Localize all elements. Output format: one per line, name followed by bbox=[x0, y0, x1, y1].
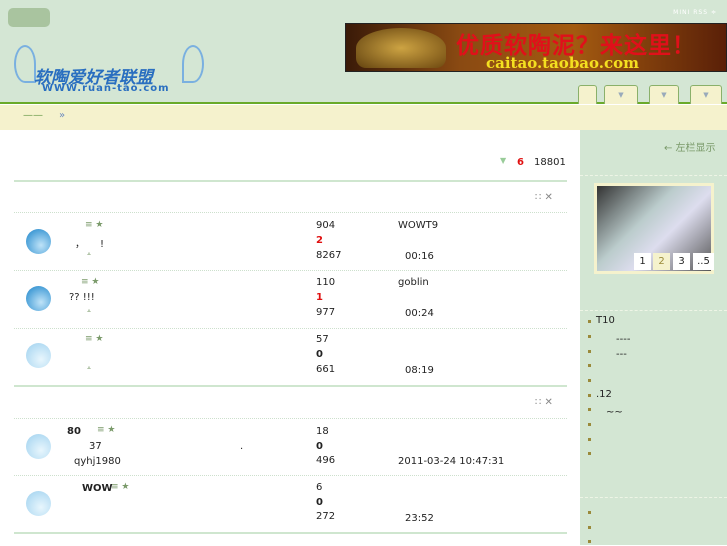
today-count: 0 bbox=[316, 497, 323, 508]
sidebar-list-item[interactable] bbox=[588, 418, 596, 429]
sidebar-list-item[interactable] bbox=[588, 521, 596, 532]
ad-banner[interactable]: 优质软陶泥？来这里！ caitao.taobao.com bbox=[345, 23, 727, 72]
divider bbox=[14, 270, 567, 271]
sidebar-list-item[interactable]: --- bbox=[588, 345, 627, 360]
last-post-time: 23:52 bbox=[405, 513, 434, 524]
nav-tab[interactable]: ▼ bbox=[604, 85, 638, 104]
topic-count: 57 bbox=[316, 334, 329, 345]
divider bbox=[14, 475, 567, 476]
logo-url: WWW.ruan-tao.com bbox=[42, 83, 170, 94]
forum-icons[interactable]: ≡ ★ bbox=[85, 220, 103, 230]
today-count: 0 bbox=[316, 349, 323, 360]
slide-page[interactable]: ..5 bbox=[693, 253, 714, 270]
breadcrumb: —— » bbox=[0, 105, 727, 130]
last-post-time: 00:16 bbox=[405, 251, 434, 262]
divider bbox=[580, 497, 727, 498]
post-count: 8267 bbox=[316, 250, 342, 261]
topic-count: 6 bbox=[316, 482, 323, 493]
banner-emblem bbox=[356, 28, 446, 68]
moderator-icon: ⩡ bbox=[87, 364, 91, 372]
today-count: 0 bbox=[316, 441, 323, 452]
sidebar-list-item[interactable] bbox=[588, 374, 596, 385]
moderator-icon: ⩡ bbox=[87, 307, 91, 315]
header-pill[interactable] bbox=[8, 8, 50, 27]
post-count: 977 bbox=[316, 307, 336, 318]
forum-status-icon bbox=[26, 286, 51, 311]
divider bbox=[14, 532, 567, 534]
post-count: 496 bbox=[316, 455, 336, 466]
divider bbox=[580, 175, 727, 176]
divider bbox=[14, 212, 567, 213]
topic-count: 904 bbox=[316, 220, 336, 231]
topic-count: 110 bbox=[316, 277, 336, 288]
moderator-name[interactable]: qyhj1980 bbox=[74, 456, 121, 467]
last-post-user[interactable]: goblin bbox=[398, 277, 429, 288]
item-label: ~~ bbox=[596, 407, 623, 418]
post-count: 272 bbox=[316, 511, 336, 522]
breadcrumb-home[interactable]: —— bbox=[23, 110, 43, 121]
show-left-column-button[interactable]: ← 左栏显示 bbox=[664, 139, 716, 154]
wing-icon bbox=[182, 45, 204, 83]
topic-count: 18 bbox=[316, 426, 329, 437]
forum-status-icon bbox=[26, 229, 51, 254]
sidebar-list-item[interactable] bbox=[588, 535, 596, 546]
total-count: 18801 bbox=[534, 157, 566, 168]
slide-page[interactable]: 1 bbox=[634, 253, 651, 270]
forum-icons[interactable]: ≡ ★ bbox=[111, 482, 129, 492]
forum-desc: 37 bbox=[89, 441, 102, 452]
item-label: --- bbox=[596, 349, 627, 360]
sidebar-list-item[interactable] bbox=[588, 447, 596, 458]
sidebar-list-item[interactable]: ---- bbox=[587, 330, 631, 345]
today-count: 1 bbox=[316, 292, 323, 303]
sort-arrow-icon[interactable]: ▼ bbox=[500, 156, 506, 165]
moderator-icon: ⩡ bbox=[87, 250, 91, 258]
last-post-time: 2011-03-24 10:47:31 bbox=[398, 456, 505, 467]
sidebar-list-item[interactable]: T10 bbox=[588, 315, 615, 326]
divider bbox=[14, 385, 567, 387]
slide-page-active[interactable]: 2 bbox=[653, 253, 670, 270]
breadcrumb-separator: » bbox=[59, 110, 66, 121]
nav-tab[interactable] bbox=[578, 85, 597, 104]
forum-status-icon bbox=[26, 343, 51, 368]
slide-page[interactable]: 3 bbox=[673, 253, 690, 270]
wing-icon bbox=[14, 45, 36, 83]
section-tools[interactable]: ∷ ✕ bbox=[535, 192, 553, 203]
last-post-time: 00:24 bbox=[405, 308, 434, 319]
divider bbox=[14, 328, 567, 329]
sidebar-list-item[interactable] bbox=[588, 433, 596, 444]
sidebar-list-item[interactable]: ~~ bbox=[588, 403, 623, 418]
nav-tab[interactable]: ▼ bbox=[690, 85, 722, 104]
new-count: 6 bbox=[517, 157, 524, 168]
forum-desc-mark: . bbox=[240, 441, 244, 452]
sidebar-list-item[interactable] bbox=[588, 359, 596, 370]
item-label: ---- bbox=[596, 334, 631, 345]
section-tools[interactable]: ∷ ✕ bbox=[535, 397, 553, 408]
sidebar-list-item[interactable]: .12 bbox=[588, 389, 612, 400]
forum-title[interactable]: ， ! bbox=[75, 235, 104, 250]
banner-url: caitao.taobao.com bbox=[486, 54, 639, 72]
forum-status-icon bbox=[26, 491, 51, 516]
forum-icons[interactable]: ≡ ★ bbox=[97, 425, 115, 435]
item-label: T10 bbox=[596, 315, 615, 326]
post-count: 661 bbox=[316, 364, 336, 375]
site-logo[interactable]: 软陶爱好者联盟 WWW.ruan-tao.com bbox=[14, 45, 204, 97]
item-label: .12 bbox=[596, 389, 612, 400]
forum-status-icon bbox=[26, 434, 51, 459]
sidebar-list-item[interactable] bbox=[588, 506, 596, 517]
today-count: 2 bbox=[316, 235, 323, 246]
divider bbox=[14, 180, 567, 182]
header: MINI RSS ≑ 优质软陶泥？来这里！ caitao.taobao.com … bbox=[0, 0, 727, 104]
forum-title[interactable]: WOW bbox=[82, 483, 113, 494]
divider bbox=[580, 310, 727, 311]
top-links[interactable]: MINI RSS ≑ bbox=[673, 9, 717, 16]
forum-icons[interactable]: ≡ ★ bbox=[81, 277, 99, 287]
last-post-time: 08:19 bbox=[405, 365, 434, 376]
divider bbox=[14, 418, 567, 419]
forum-title[interactable]: ?? !!! bbox=[69, 292, 95, 303]
nav-tab[interactable]: ▼ bbox=[649, 85, 679, 104]
forum-icons[interactable]: ≡ ★ bbox=[85, 334, 103, 344]
forum-title[interactable]: 80 bbox=[67, 426, 81, 437]
last-post-user[interactable]: WOWT9 bbox=[398, 220, 438, 231]
